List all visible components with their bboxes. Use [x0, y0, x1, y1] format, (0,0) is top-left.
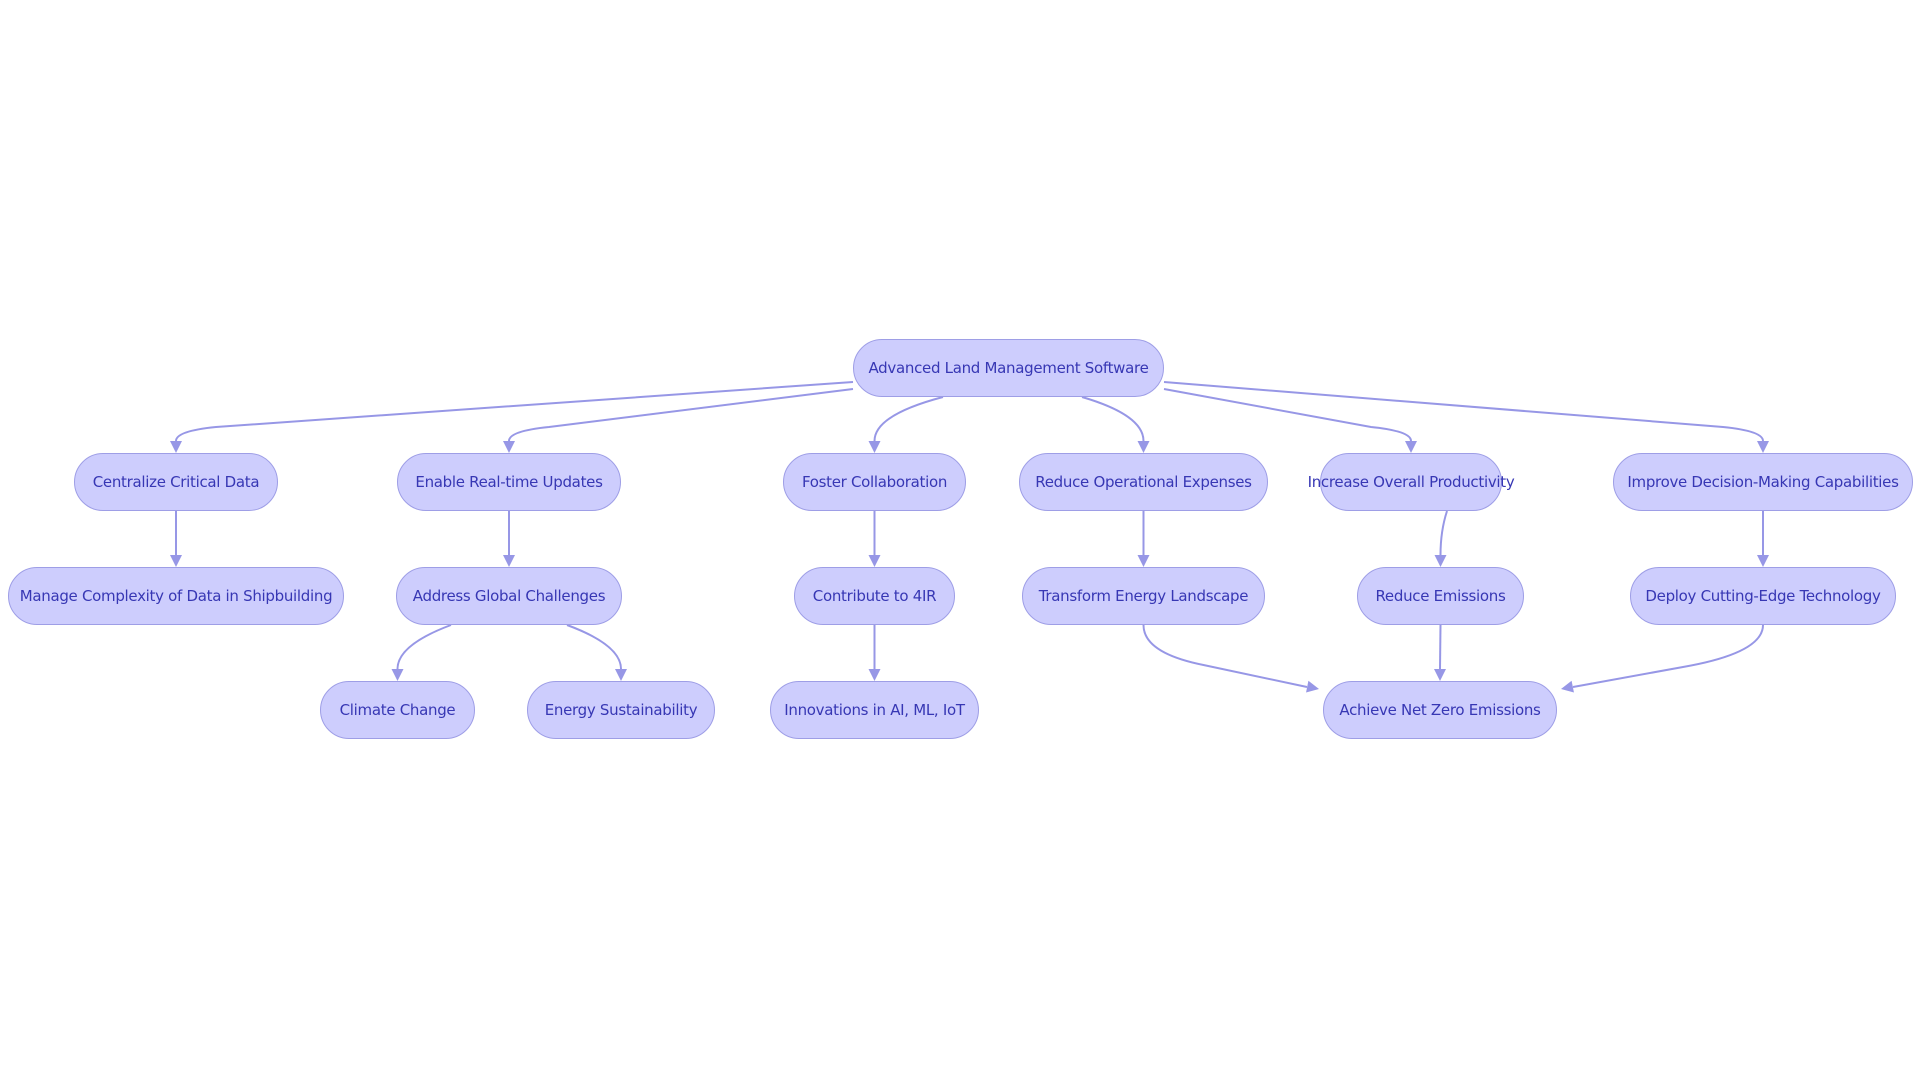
arrowhead-icon	[868, 669, 881, 681]
node-contribute-to-4ir[interactable]: Contribute to 4IR	[794, 567, 955, 625]
edge-transform-to-netzero	[1142, 624, 1308, 688]
flowchart-diagram: Advanced Land Management Software Centra…	[0, 0, 1920, 1080]
node-manage-complexity-of-data[interactable]: Manage Complexity of Data in Shipbuildin…	[8, 567, 344, 625]
node-label: Energy Sustainability	[544, 701, 698, 719]
node-label: Increase Overall Productivity	[1307, 473, 1515, 491]
node-deploy-cutting-edge-technology[interactable]: Deploy Cutting-Edge Technology	[1630, 567, 1896, 625]
edge-address-to-climate	[396, 624, 452, 670]
node-advanced-land-management-software[interactable]: Advanced Land Management Software	[853, 339, 1164, 397]
node-increase-overall-productivity[interactable]: Increase Overall Productivity	[1308, 453, 1515, 511]
arrowhead-icon	[1306, 680, 1319, 693]
node-label: Innovations in AI, ML, IoT	[784, 701, 965, 719]
node-label: Climate Change	[339, 701, 456, 719]
node-label: Enable Real-time Updates	[415, 473, 603, 491]
node-reduce-emissions[interactable]: Reduce Emissions	[1357, 567, 1524, 625]
arrowhead-icon	[1137, 555, 1150, 567]
arrowhead-icon	[868, 441, 881, 453]
arrowhead-icon	[868, 555, 881, 567]
arrowhead-icon	[391, 669, 404, 681]
node-reduce-operational-expenses[interactable]: Reduce Operational Expenses	[1019, 453, 1268, 511]
node-label: Reduce Operational Expenses	[1035, 473, 1252, 491]
arrowhead-icon	[170, 441, 182, 453]
edge-increase-to-reduceem	[1439, 510, 1448, 556]
node-innovations-ai-ml-iot[interactable]: Innovations in AI, ML, IoT	[770, 681, 979, 739]
arrowhead-icon	[1757, 555, 1769, 567]
arrowhead-icon	[1405, 441, 1417, 453]
arrowhead-icon	[1757, 441, 1769, 453]
node-label: Deploy Cutting-Edge Technology	[1645, 587, 1881, 605]
edge-deploy-to-netzero	[1572, 624, 1764, 688]
node-label: Contribute to 4IR	[812, 587, 937, 605]
edge-root-to-increase	[1163, 388, 1412, 442]
node-enable-real-time-updates[interactable]: Enable Real-time Updates	[397, 453, 621, 511]
node-label: Reduce Emissions	[1375, 587, 1506, 605]
edges-layer	[170, 381, 1769, 693]
arrowhead-icon	[615, 669, 627, 681]
node-label: Address Global Challenges	[412, 587, 606, 605]
arrowhead-icon	[1137, 441, 1150, 453]
node-label: Foster Collaboration	[801, 473, 948, 491]
node-centralize-critical-data[interactable]: Centralize Critical Data	[74, 453, 278, 511]
arrowhead-icon	[503, 555, 515, 567]
node-transform-energy-landscape[interactable]: Transform Energy Landscape	[1022, 567, 1265, 625]
node-foster-collaboration[interactable]: Foster Collaboration	[783, 453, 966, 511]
node-improve-decision-making-capabilities[interactable]: Improve Decision-Making Capabilities	[1613, 453, 1913, 511]
node-label: Centralize Critical Data	[92, 473, 260, 491]
node-label: Advanced Land Management Software	[868, 359, 1149, 377]
edge-address-to-energy	[566, 624, 622, 670]
edge-reduceem-to-netzero	[1439, 624, 1442, 670]
edge-root-to-improve	[1163, 381, 1764, 442]
node-energy-sustainability[interactable]: Energy Sustainability	[527, 681, 715, 739]
edge-root-to-enable	[508, 388, 854, 442]
edge-root-to-reduceops	[1081, 396, 1145, 442]
arrowhead-icon	[1434, 555, 1447, 567]
node-label: Transform Energy Landscape	[1038, 587, 1249, 605]
arrowhead-icon	[1434, 669, 1446, 681]
edge-root-to-foster	[873, 396, 944, 442]
node-climate-change[interactable]: Climate Change	[320, 681, 475, 739]
arrowhead-icon	[1561, 680, 1574, 693]
node-label: Achieve Net Zero Emissions	[1339, 701, 1541, 719]
node-label: Manage Complexity of Data in Shipbuildin…	[19, 587, 333, 605]
node-achieve-net-zero-emissions[interactable]: Achieve Net Zero Emissions	[1323, 681, 1557, 739]
node-address-global-challenges[interactable]: Address Global Challenges	[396, 567, 622, 625]
node-label: Improve Decision-Making Capabilities	[1627, 473, 1899, 491]
arrowhead-icon	[170, 555, 182, 567]
arrowhead-icon	[503, 441, 515, 453]
edge-root-to-centralize	[175, 381, 854, 442]
